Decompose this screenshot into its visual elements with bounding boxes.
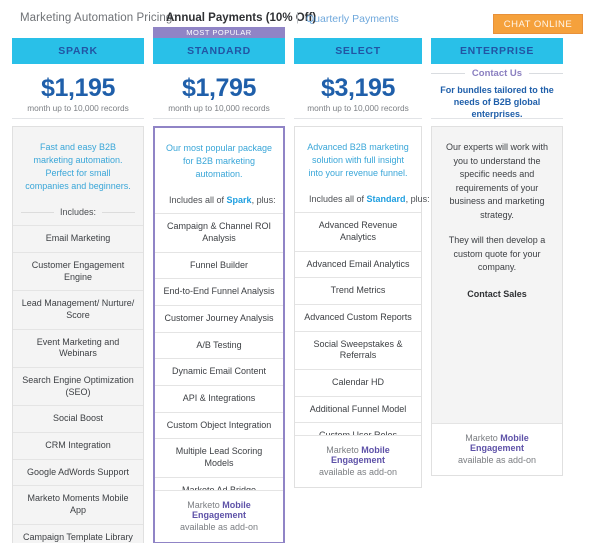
feature-item: Campaign Template Library — [13, 523, 143, 543]
includes-label-select: Includes all of Standard, plus: — [303, 194, 436, 204]
feature-item: Event Marketing and Webinars — [13, 328, 143, 367]
pricing-label: Marketing Automation Pricing: — [20, 12, 176, 24]
addon-line1: Marketo Mobile Engagement — [161, 500, 277, 520]
includes-text: Includes all of — [309, 194, 367, 205]
addon-line2: available as add-on — [179, 521, 259, 532]
plan-price-select: $3,195 — [320, 73, 396, 102]
includes-plan-ref: Spark — [226, 195, 252, 206]
feature-item: Email Marketing — [13, 225, 143, 252]
addon-prefix: Marketo — [326, 445, 362, 456]
enterprise-paragraph-1: Our experts will work with you to unders… — [445, 142, 549, 220]
topbar: Marketing Automation Pricing: Annual Pay… — [0, 0, 598, 34]
plan-header-enterprise[interactable]: ENTERPRISE — [431, 38, 563, 64]
plan-header-spark[interactable]: SPARK — [12, 38, 144, 64]
feature-item: Advanced Email Analytics — [295, 250, 421, 278]
feature-item: Customer Journey Analysis — [155, 304, 283, 332]
plan-column-select: SELECT $3,195 month up to 10,000 records… — [294, 38, 430, 489]
includes-row-spark: Includes: — [13, 207, 143, 217]
feature-item: CRM Integration — [13, 432, 143, 459]
includes-suffix: , plus: — [251, 195, 276, 206]
feature-item: Marketo Moments Mobile App — [13, 485, 143, 523]
feature-item: Social Boost — [13, 405, 143, 432]
feature-item: Campaign & Channel ROI Analysis — [155, 213, 283, 251]
addon-line1: Marketo Mobile Engagement — [301, 445, 415, 465]
plan-body-enterprise: Our experts will work with you to unders… — [431, 126, 563, 476]
most-popular-ribbon: MOST POPULAR — [153, 27, 285, 38]
addon-line2: available as add-on — [318, 467, 398, 478]
feature-item: Search Engine Optimization (SEO) — [13, 367, 143, 405]
includes-row-standard: Includes all of Spark, plus: — [155, 195, 283, 205]
feature-list-spark: Email Marketing Customer Engagement Engi… — [13, 225, 143, 543]
chat-online-button[interactable]: CHAT ONLINE — [493, 14, 583, 34]
plan-body-standard: Our most popular package for B2B marketi… — [153, 126, 285, 543]
plan-blurb-spark: Fast and easy B2B marketing automation. … — [25, 142, 131, 192]
feature-item: End-to-End Funnel Analysis — [155, 278, 283, 305]
contact-us-heading: Contact Us — [471, 68, 523, 79]
feature-item: Dynamic Email Content — [155, 358, 283, 385]
feature-item: Google AdWords Support — [13, 458, 143, 486]
payment-toggle-separator: | — [296, 12, 299, 24]
addon-prefix: Marketo — [187, 499, 223, 510]
plan-body-spark: Fast and easy B2B marketing automation. … — [12, 126, 144, 543]
includes-row-select: Includes all of Standard, plus: — [295, 194, 430, 204]
feature-item: Calendar HD — [295, 368, 421, 396]
feature-item: Additional Funnel Model — [295, 395, 421, 423]
addon-footer-enterprise: Marketo Mobile Engagement available as a… — [432, 423, 562, 475]
feature-item: Lead Management/ Nurture/ Score — [13, 290, 143, 328]
plan-header-standard[interactable]: STANDARD — [153, 38, 285, 64]
contact-rule-right — [529, 73, 563, 74]
contact-sales-link[interactable]: Contact Sales — [432, 275, 562, 299]
addon-line1: Marketo Mobile Engagement — [438, 433, 556, 453]
enterprise-paragraph-2: They will then develop a custom quote fo… — [448, 235, 546, 272]
includes-text: Includes: — [59, 207, 97, 218]
plan-price-sub-spark: month up to 10,000 records — [27, 103, 129, 114]
plan-price-sub-select: month up to 10,000 records — [307, 103, 409, 114]
contact-block-enterprise: Contact Us For bundles tailored to the n… — [431, 64, 563, 119]
plan-header-select[interactable]: SELECT — [294, 38, 422, 64]
includes-plan-ref: Standard — [366, 194, 406, 205]
addon-prefix: Marketo — [465, 433, 501, 443]
feature-item: A/B Testing — [155, 331, 283, 359]
price-block-select: $3,195 month up to 10,000 records — [294, 64, 422, 119]
feature-item: Trend Metrics — [295, 277, 421, 304]
includes-label-standard: Includes all of Spark, plus: — [163, 195, 282, 205]
plan-column-standard: STANDARD $1,795 month up to 10,000 recor… — [153, 38, 285, 543]
feature-item: Funnel Builder — [155, 251, 283, 279]
includes-label-spark: Includes: — [54, 207, 102, 217]
addon-footer-standard: Marketo Mobile Engagement available as a… — [155, 489, 283, 542]
feature-item: Advanced Custom Reports — [295, 303, 421, 331]
contact-rule-left — [431, 73, 465, 74]
plan-blurb-select: Advanced B2B marketing solution with ful… — [307, 142, 409, 179]
feature-item: API & Integrations — [155, 384, 283, 412]
plan-price-sub-standard: month up to 10,000 records — [168, 103, 270, 114]
quarterly-payments-link[interactable]: Quarterly Payments — [306, 13, 399, 25]
feature-item: Customer Engagement Engine — [13, 251, 143, 290]
includes-suffix: , plus: — [405, 194, 430, 205]
enterprise-tagline: For bundles tailored to the needs of B2B… — [440, 85, 554, 119]
plan-blurb-standard: Our most popular package for B2B marketi… — [165, 143, 273, 180]
plan-body-select: Advanced B2B marketing solution with ful… — [294, 126, 430, 489]
price-block-standard: $1,795 month up to 10,000 records — [153, 64, 285, 119]
feature-item: Custom Object Integration — [155, 411, 283, 439]
contact-us-row: Contact Us — [431, 68, 563, 79]
includes-text: Includes all of — [169, 195, 227, 206]
plan-price-standard: $1,795 — [181, 73, 257, 102]
price-block-spark: $1,195 month up to 10,000 records — [12, 64, 144, 119]
feature-item: Social Sweepstakes & Referrals — [295, 330, 421, 369]
addon-line2: available as add-on — [457, 455, 537, 465]
feature-item: Multiple Lead Scoring Models — [155, 438, 283, 476]
feature-item: Advanced Revenue Analytics — [295, 212, 421, 250]
includes-rule-left — [21, 211, 54, 213]
plan-price-spark: $1,195 — [40, 73, 116, 102]
includes-rule-right — [102, 211, 135, 213]
addon-footer-select: Marketo Mobile Engagement available as a… — [295, 435, 421, 488]
plan-column-enterprise: ENTERPRISE Contact Us For bundles tailor… — [431, 38, 563, 476]
annual-payments-toggle[interactable]: Annual Payments (10% Off) — [166, 12, 316, 24]
plan-column-spark: SPARK $1,195 month up to 10,000 records … — [12, 38, 144, 543]
pricing-page: Marketing Automation Pricing: Annual Pay… — [0, 0, 598, 543]
